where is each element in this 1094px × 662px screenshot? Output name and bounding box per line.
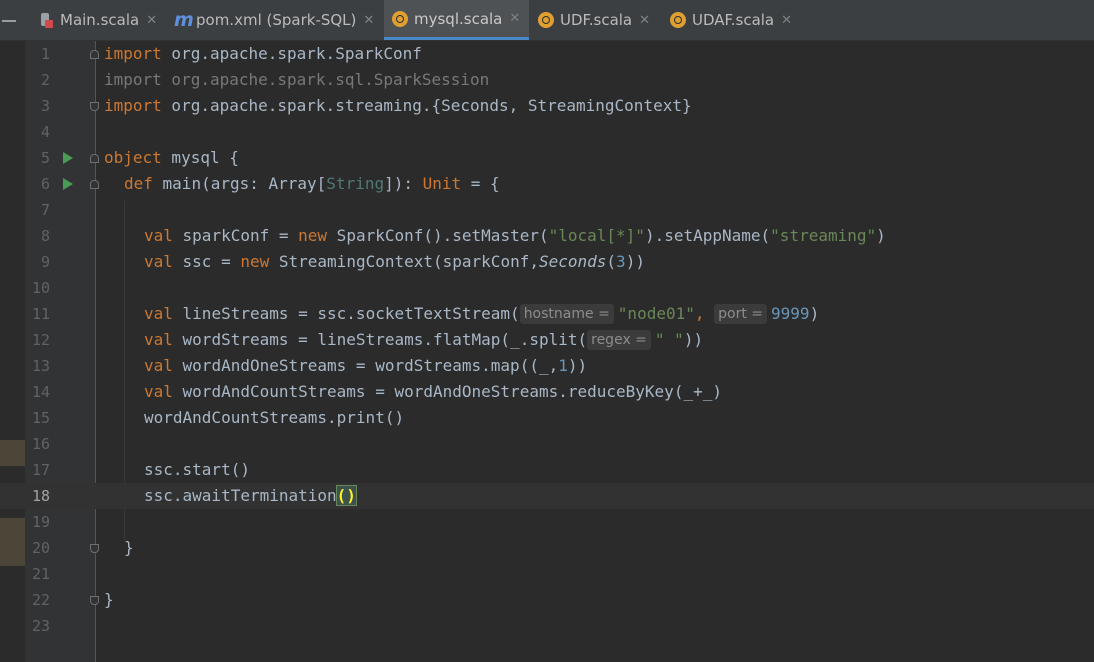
line-number: 21 <box>31 565 50 583</box>
code-line-current[interactable]: 18 ssc.awaitTermination() <box>0 483 1094 509</box>
code-line[interactable]: 19 <box>0 509 1094 535</box>
code-line[interactable]: 14 val wordAndCountStreams = wordAndOneS… <box>0 379 1094 405</box>
code-line[interactable]: 12 val wordStreams = lineStreams.flatMap… <box>0 327 1094 353</box>
code-line[interactable]: 17 ssc.start() <box>0 457 1094 483</box>
code-line[interactable]: 23 <box>0 613 1094 639</box>
tab-label: UDAF.scala <box>692 11 775 29</box>
code-line[interactable]: 2 import org.apache.spark.sql.SparkSessi… <box>0 67 1094 93</box>
line-number: 1 <box>40 45 50 63</box>
scala-file-icon <box>38 12 54 28</box>
code-editor[interactable]: 1 import org.apache.spark.SparkConf 2 im… <box>0 41 1094 662</box>
code-text: val wordAndOneStreams = wordStreams.map(… <box>144 356 588 375</box>
run-icon[interactable] <box>63 152 73 164</box>
code-line[interactable]: 8 val sparkConf = new SparkConf().setMas… <box>0 223 1094 249</box>
scala-object-icon <box>670 12 686 28</box>
fold-icon[interactable] <box>90 154 99 163</box>
code-line[interactable]: 7 <box>0 197 1094 223</box>
code-text: val sparkConf = new SparkConf().setMaste… <box>144 226 886 245</box>
code-text: wordAndCountStreams.print() <box>144 408 405 427</box>
line-number: 17 <box>31 461 50 479</box>
line-number: 6 <box>40 175 50 193</box>
code-line[interactable]: 5 object mysql { <box>0 145 1094 171</box>
line-number: 4 <box>40 123 50 141</box>
fold-icon[interactable] <box>90 180 99 189</box>
editor-tab-bar: Main.scala ✕ m pom.xml (Spark-SQL) ✕ mys… <box>0 0 1094 41</box>
close-icon[interactable]: ✕ <box>146 13 157 28</box>
run-icon[interactable] <box>63 178 73 190</box>
code-text: } <box>124 538 134 557</box>
code-line[interactable]: 9 val ssc = new StreamingContext(sparkCo… <box>0 249 1094 275</box>
scala-object-icon <box>392 10 408 27</box>
code-line[interactable]: 6 def main(args: Array[String]): Unit = … <box>0 171 1094 197</box>
code-text: val ssc = new StreamingContext(sparkConf… <box>144 252 645 271</box>
code-line[interactable]: 15 wordAndCountStreams.print() <box>0 405 1094 431</box>
line-number: 10 <box>31 279 50 297</box>
line-number: 5 <box>40 149 50 167</box>
line-number: 2 <box>40 71 50 89</box>
line-number: 12 <box>31 331 50 349</box>
maven-icon: m <box>174 9 194 31</box>
scala-object-icon <box>538 12 554 28</box>
close-icon[interactable]: ✕ <box>639 13 650 28</box>
code-text: val wordStreams = lineStreams.flatMap(_.… <box>144 330 704 350</box>
tab-udaf-scala[interactable]: UDAF.scala ✕ <box>662 0 802 40</box>
line-number: 20 <box>31 539 50 557</box>
code-text: def main(args: Array[String]): Unit = { <box>124 174 500 193</box>
close-icon[interactable]: ✕ <box>781 13 792 28</box>
code-text: import org.apache.spark.streaming.{Secon… <box>104 96 692 115</box>
close-icon[interactable]: ✕ <box>509 11 520 26</box>
line-number: 8 <box>40 227 50 245</box>
line-number: 14 <box>31 383 50 401</box>
code-line[interactable]: 10 <box>0 275 1094 301</box>
line-number: 9 <box>40 253 50 271</box>
code-text: import org.apache.spark.sql.SparkSession <box>104 70 490 89</box>
line-number: 18 <box>31 487 50 505</box>
code-line[interactable]: 22 } <box>0 587 1094 613</box>
line-number: 23 <box>31 617 50 635</box>
parameter-hint: hostname = <box>519 304 614 324</box>
tab-udf-scala[interactable]: UDF.scala ✕ <box>530 0 660 40</box>
line-number: 22 <box>31 591 50 609</box>
line-number: 7 <box>40 201 50 219</box>
code-text: import org.apache.spark.SparkConf <box>104 44 422 63</box>
code-text: } <box>104 590 114 609</box>
tab-label: UDF.scala <box>560 11 633 29</box>
code-text: object mysql { <box>104 148 239 167</box>
fold-icon[interactable] <box>90 596 99 605</box>
tab-pom-xml[interactable]: m pom.xml (Spark-SQL) ✕ <box>166 0 382 40</box>
code-line[interactable]: 4 <box>0 119 1094 145</box>
code-text: ssc.awaitTermination() <box>144 485 357 506</box>
fold-icon[interactable] <box>90 50 99 59</box>
code-text: val wordAndCountStreams = wordAndOneStre… <box>144 382 722 401</box>
code-line[interactable]: 1 import org.apache.spark.SparkConf <box>0 41 1094 67</box>
tab-main-scala[interactable]: Main.scala ✕ <box>30 0 164 40</box>
close-icon[interactable]: ✕ <box>363 13 374 28</box>
tab-label: pom.xml (Spark-SQL) <box>196 11 357 29</box>
line-number: 3 <box>40 97 50 115</box>
parameter-hint: regex = <box>587 330 651 350</box>
tab-label: mysql.scala <box>414 9 503 28</box>
code-text: ssc.start() <box>144 460 250 479</box>
line-number: 16 <box>31 435 50 453</box>
fold-icon[interactable] <box>90 102 99 111</box>
parameter-hint: port = <box>714 304 768 324</box>
tab-label: Main.scala <box>60 11 140 29</box>
code-line[interactable]: 3 import org.apache.spark.streaming.{Sec… <box>0 93 1094 119</box>
matched-parentheses: () <box>335 485 357 506</box>
line-number: 11 <box>31 305 50 323</box>
line-number: 13 <box>31 357 50 375</box>
fold-icon[interactable] <box>90 544 99 553</box>
line-number: 15 <box>31 409 50 427</box>
line-number: 19 <box>31 513 50 531</box>
code-line[interactable]: 20 } <box>0 535 1094 561</box>
code-line[interactable]: 16 <box>0 431 1094 457</box>
code-line[interactable]: 21 <box>0 561 1094 587</box>
code-line[interactable]: 11 val lineStreams = ssc.socketTextStrea… <box>0 301 1094 327</box>
tab-list-menu-icon[interactable] <box>0 13 18 27</box>
tab-mysql-scala[interactable]: mysql.scala ✕ <box>384 0 529 40</box>
code-text: val lineStreams = ssc.socketTextStream(h… <box>144 304 820 324</box>
code-line[interactable]: 13 val wordAndOneStreams = wordStreams.m… <box>0 353 1094 379</box>
